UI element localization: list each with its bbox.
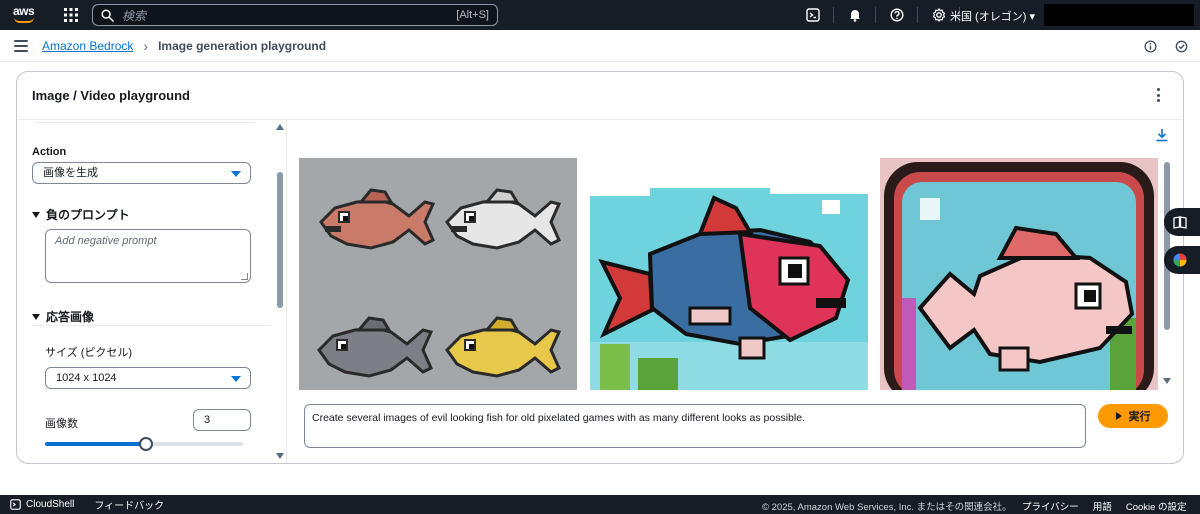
breadcrumb-link-bedrock[interactable]: Amazon Bedrock [42,39,133,53]
breadcrumb-chevron-icon: › [143,37,149,54]
search-shortcut: [Alt+S] [456,9,489,21]
info-icon[interactable] [1144,39,1157,53]
play-icon [1115,412,1122,420]
scrollbar-thumb[interactable] [1164,162,1170,330]
breadcrumb-current: Image generation playground [158,38,327,53]
size-label: サイズ (ピクセル) [45,347,133,359]
security-hub-icon[interactable] [1175,40,1188,53]
action-label: Action [32,146,67,158]
breadcrumb-tools [1144,30,1188,62]
breadcrumb-bar: Amazon Bedrock › Image generation playgr… [0,30,1200,62]
region-selector[interactable]: 米国 (オレゴン) ▾ [950,8,1035,24]
scroll-up-icon[interactable] [276,124,284,130]
top-navigation: aws 検索 [Alt+S] 米国 (オレゴン) ▾ [0,0,1200,30]
run-button-label: 実行 [1128,411,1151,423]
aws-logo-smile [14,17,34,23]
negative-prompt-placeholder: Add negative prompt [55,235,157,247]
book-icon [1173,216,1187,229]
caret-down-icon [231,376,241,382]
run-button[interactable]: 実行 [1098,404,1168,428]
bell-icon [849,10,860,22]
negative-prompt-heading: 負のプロンプト [46,208,130,222]
resize-grip-icon[interactable] [241,273,248,280]
response-image-heading: 応答画像 [46,310,95,324]
prompt-text: Create several images of evil looking fi… [312,412,805,424]
size-select-value: 1024 x 1024 [56,372,117,384]
prompt-textarea[interactable]: Create several images of evil looking fi… [304,404,1086,448]
search-icon [101,8,114,22]
assistant-widget[interactable] [1164,246,1200,274]
fish-pink-frame-picture [880,158,1158,390]
nav-icon-group [796,0,964,30]
action-select[interactable]: 画像を生成 [32,162,251,184]
privacy-link[interactable]: プライバシー [1022,499,1079,513]
footer-links: プライバシー 用語 Cookie の設定 [1022,499,1187,513]
fish-blue-red-picture [590,158,868,390]
response-image-section-toggle[interactable]: 応答画像 [32,308,94,325]
search-input[interactable]: 検索 [Alt+S] [92,4,498,26]
help-button[interactable] [880,0,913,30]
aws-logo[interactable]: aws [10,0,54,30]
nav-separator [917,7,918,23]
cloudshell-icon [805,8,820,22]
fish-grid-picture [299,158,577,390]
fish-pink-frame-image[interactable] [880,158,1158,390]
negative-prompt-section-toggle[interactable]: 負のプロンプト [32,206,130,223]
caret-down-icon [231,171,241,177]
cloudshell-link[interactable]: CloudShell [10,499,74,510]
page-title: Image / Video playground [32,88,190,103]
image-count-value: 3 [204,414,211,426]
cloudshell-icon [10,499,21,510]
grid-icon [64,8,78,22]
configuration-panel: Action 画像を生成 負のプロンプト Add negative prompt… [17,120,287,463]
assistant-orb-icon [1173,253,1187,267]
scroll-down-icon[interactable] [276,453,284,459]
menu-toggle-icon[interactable] [14,39,28,52]
nav-separator [875,7,876,23]
playground-card: Image / Video playground Action 画像を生成 負の… [16,71,1184,464]
feedback-link[interactable]: フィードバック [94,497,164,512]
download-icon[interactable] [1155,128,1169,142]
account-menu-redacted[interactable] [1044,4,1194,26]
output-panel: Create several images of evil looking fi… [288,120,1183,463]
action-select-value: 画像を生成 [43,167,98,179]
fish-blue-red-image[interactable] [590,158,868,390]
search-placeholder: 検索 [122,8,147,23]
aws-logo-text: aws [13,4,35,18]
copyright-text: © 2025, Amazon Web Services, Inc. またはその関… [762,502,1012,513]
section-divider [32,325,270,326]
settings-icon [932,8,945,22]
size-select[interactable]: 1024 x 1024 [45,367,251,389]
help-icon [889,8,904,22]
scrollbar-thumb[interactable] [277,172,283,308]
image-count-input[interactable]: 3 [193,409,251,431]
side-panel-toggle[interactable] [1164,208,1200,236]
scroll-down-icon[interactable] [1163,378,1171,384]
cookie-settings-link[interactable]: Cookie の設定 [1126,499,1187,513]
terms-link[interactable]: 用語 [1093,499,1112,513]
notifications-button[interactable] [838,0,871,30]
fish-grid-image[interactable] [299,158,577,390]
nav-separator [833,7,834,23]
card-header: Image / Video playground [17,72,1183,120]
services-menu-button[interactable] [58,0,84,30]
slider-fill [45,442,146,446]
caret-down-icon [32,313,40,320]
footer-bar: CloudShell フィードバック © 2025, Amazon Web Se… [0,495,1200,514]
negative-prompt-textarea[interactable]: Add negative prompt [45,229,251,283]
caret-down-icon [32,211,40,218]
slider-thumb[interactable] [138,437,153,451]
left-panel-scrollbar[interactable] [276,120,284,463]
image-area-scrollbar[interactable] [1163,156,1171,390]
cloudshell-button[interactable] [796,0,829,30]
image-count-label: 画像数 [45,418,78,430]
more-options-icon[interactable] [1157,88,1161,102]
clipped-field-edge [33,120,257,123]
cloudshell-label: CloudShell [26,499,75,510]
